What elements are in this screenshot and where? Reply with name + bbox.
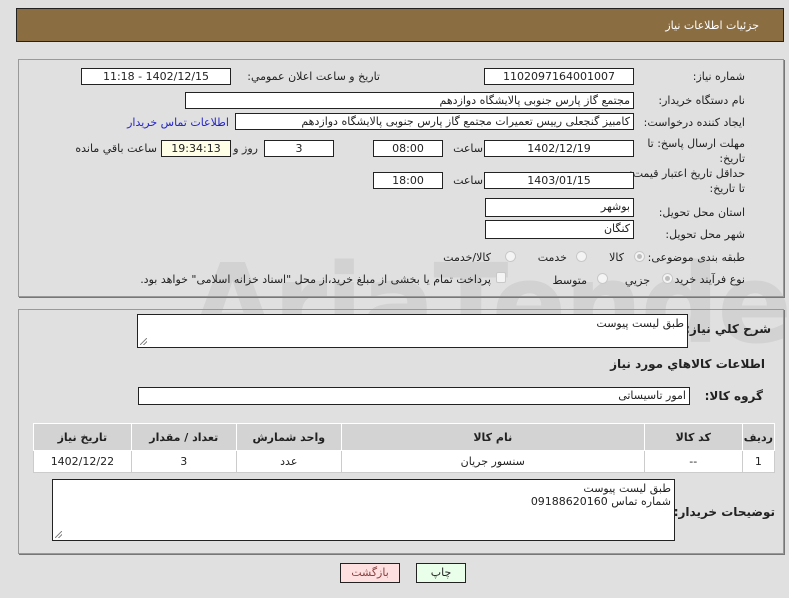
buyer-notes-line-1: طبق لیست پیوست [583,482,671,495]
resize-grip-icon[interactable] [140,338,147,345]
city-label: شهر محل تحویل: [665,228,745,241]
table-row: 1 -- سنسور جریان عدد 3 1402/12/22 [33,450,776,473]
buyer-contact-link[interactable]: اطلاعات تماس خریدار [127,116,229,129]
time-remaining-label: ساعت باقي مانده [75,142,157,155]
treasury-note: پرداخت تمام یا بخشی از مبلغ خرید،از محل … [140,273,491,286]
requester-field: کامبیز گنجعلی رییس تعمیرات مجتمع گاز پار… [235,113,634,130]
summary-field[interactable]: طبق لیست پیوست [137,314,688,348]
col-qty: تعداد / مقدار [130,423,237,451]
group-field: امور تاسیساتی [138,387,690,405]
resize-grip-icon[interactable] [55,531,62,538]
reply-time-field: 08:00 [373,140,443,157]
announce-label: تاریخ و ساعت اعلان عمومي: [247,70,380,83]
announce-field: 1402/12/15 - 11:18 [81,68,231,85]
process-label: نوع فرآیند خرید : [667,273,745,286]
cell-date: 1402/12/22 [33,450,132,473]
cell-row: 1 [741,450,776,473]
days-remaining-field: 3 [264,140,334,157]
process-option-medium: متوسط [552,274,587,287]
summary-label: شرح کلي نياز: [685,322,771,336]
print-button[interactable]: چاپ [416,563,466,583]
summary-value: طبق لیست پیوست [596,317,684,330]
category-option-goods-service: کالا/خدمت [443,251,491,264]
category-option-service: خدمت [537,251,567,264]
back-button[interactable]: بازگشت [340,563,400,583]
treasury-checkbox[interactable] [496,272,506,283]
col-name: نام کالا [340,423,645,451]
col-row: رديف [741,423,776,451]
price-validity-time-label: ساعت [453,174,483,187]
reply-time-label: ساعت [453,142,483,155]
category-radio-service[interactable] [576,251,587,262]
process-radio-medium[interactable] [597,273,608,284]
buyer-notes-line-2: شماره تماس 09188620160 [530,495,671,508]
items-section-title: اطلاعات کالاهاي مورد نياز [610,357,765,371]
cell-code: -- [643,450,743,473]
price-validity-date-field: 1403/01/15 [484,172,634,189]
cell-name: سنسور جریان [340,450,645,473]
process-radio-small[interactable] [662,273,673,284]
items-table-header: رديف کد کالا نام کالا واحد شمارش تعداد /… [33,423,776,451]
need-number-label: شماره نیاز: [692,70,745,83]
requester-label: ایجاد کننده درخواست: [643,116,745,129]
need-number-field: 1102097164001007 [484,68,634,85]
buyer-org-label: نام دستگاه خريدار: [658,94,745,107]
city-field: کنگان [485,220,634,239]
cell-unit: عدد [235,450,342,473]
province-field: بوشهر [485,198,634,217]
category-radio-goods[interactable] [634,251,645,262]
reply-date-field: 1402/12/19 [484,140,634,157]
price-validity-time-field: 18:00 [373,172,443,189]
group-label: گروه کالا: [704,389,763,403]
province-label: استان محل تحویل: [658,206,745,219]
col-date: تاريخ نياز [33,423,132,451]
time-remaining-field: 19:34:13 [161,140,231,157]
category-radio-goods-service[interactable] [505,251,516,262]
category-option-goods: کالا [609,251,624,264]
buyer-notes-label: توضيحات خريدار: [673,505,775,519]
reply-deadline-label: مهلت ارسال پاسخ: تا تاریخ: [647,137,745,165]
page-title: جزئیات اطلاعات نیاز [665,19,759,32]
price-validity-label: حداقل تاریخ اعتبار قیمت: تا تاریخ: [629,167,745,195]
buyer-org-field: مجتمع گاز پارس جنوبی پالایشگاه دوازدهم [185,92,634,109]
cell-qty: 3 [130,450,237,473]
items-table: رديف کد کالا نام کالا واحد شمارش تعداد /… [33,423,776,473]
category-label: طبقه بندی موضوعی: [647,251,745,264]
days-label: روز و [233,142,258,155]
page-header: جزئیات اطلاعات نیاز [16,8,784,42]
buyer-notes-field[interactable]: طبق لیست پیوست شماره تماس 09188620160 [52,479,675,541]
col-code: کد کالا [643,423,743,451]
col-unit: واحد شمارش [235,423,342,451]
process-option-small: جزیي [624,274,650,287]
